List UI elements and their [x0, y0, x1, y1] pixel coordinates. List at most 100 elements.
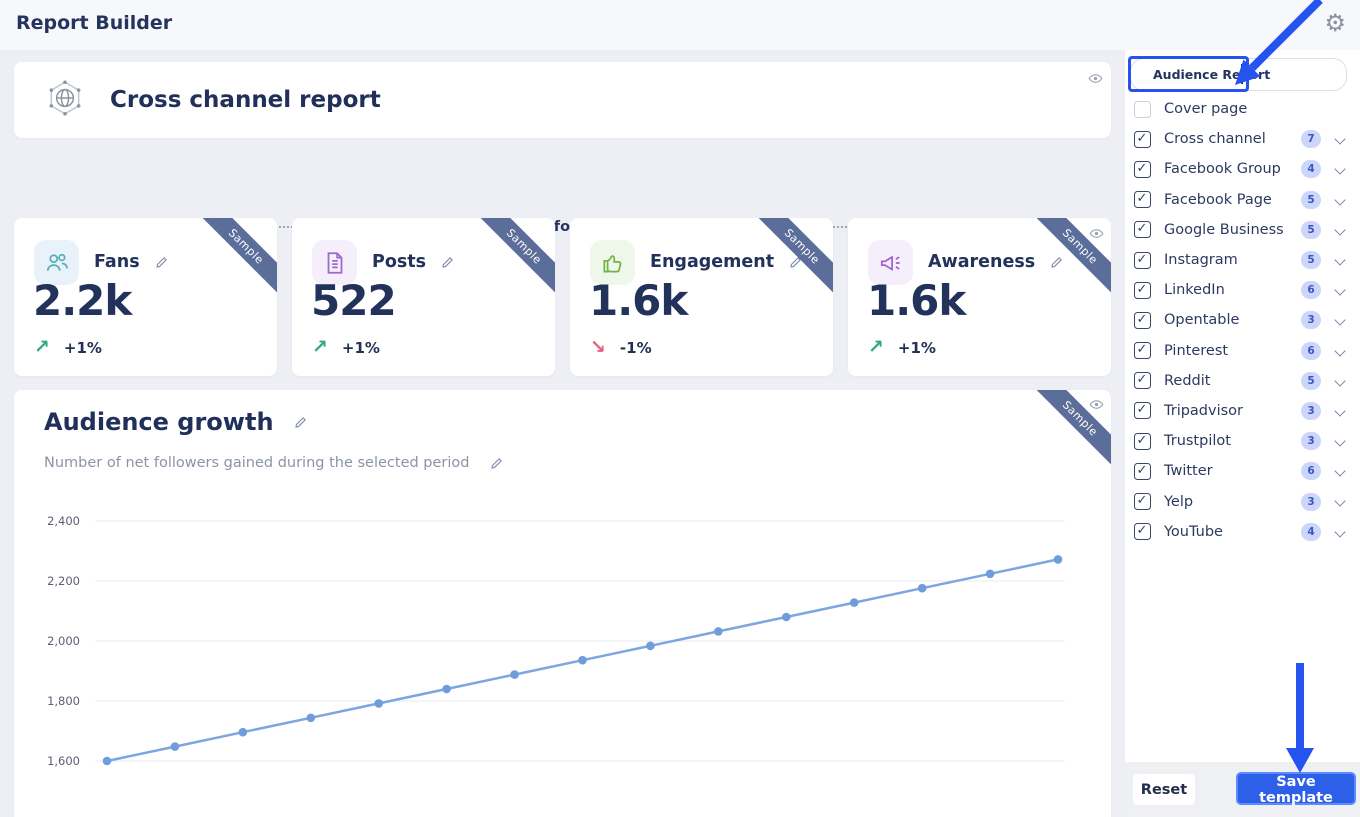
- checkbox-checked-icon[interactable]: [1134, 493, 1151, 511]
- edit-pencil-icon[interactable]: [490, 457, 503, 470]
- checkbox-checked-icon[interactable]: [1134, 402, 1151, 420]
- count-badge: 3: [1301, 401, 1321, 420]
- chart-title: Audience growth: [44, 408, 274, 436]
- svg-text:2,000: 2,000: [47, 634, 80, 648]
- chevron-down-icon[interactable]: [1334, 193, 1346, 206]
- channel-label: Pinterest: [1164, 342, 1229, 359]
- chevron-down-icon[interactable]: [1334, 525, 1346, 538]
- trend-value: -1%: [619, 338, 652, 357]
- count-badge: 6: [1301, 462, 1321, 481]
- reset-button[interactable]: Reset: [1133, 774, 1195, 805]
- channel-label: Twitter: [1164, 463, 1213, 480]
- count-badge: 4: [1301, 522, 1321, 541]
- chevron-down-icon[interactable]: [1334, 435, 1346, 447]
- chevron-down-icon[interactable]: [1334, 344, 1346, 357]
- report-settings-sidebar: Cover page Cross channel 7 Facebook Grou…: [1125, 50, 1360, 817]
- sidebar-item-cover-page[interactable]: Cover page: [1125, 94, 1360, 124]
- sidebar-item-google-business[interactable]: Google Business 5: [1125, 215, 1360, 245]
- count-badge: 5: [1301, 220, 1321, 239]
- svg-text:1,600: 1,600: [47, 754, 80, 768]
- stat-label: Posts: [372, 252, 427, 272]
- checkbox-checked-icon[interactable]: [1134, 191, 1151, 209]
- eye-icon[interactable]: [1086, 394, 1106, 414]
- channel-label: Instagram: [1164, 252, 1238, 269]
- sidebar-item-trustpilot[interactable]: Trustpilot 3: [1125, 426, 1360, 456]
- eye-icon[interactable]: [1085, 68, 1105, 88]
- count-badge: 5: [1301, 251, 1321, 270]
- chevron-down-icon[interactable]: [1334, 314, 1346, 326]
- sample-ribbon: Sample: [193, 218, 277, 302]
- svg-text:2,200: 2,200: [47, 574, 80, 588]
- count-badge: 4: [1301, 160, 1321, 179]
- sidebar-item-twitter[interactable]: Twitter 6: [1125, 456, 1360, 486]
- template-name-input[interactable]: [1130, 58, 1347, 91]
- sample-ribbon: Sample: [471, 218, 555, 302]
- sidebar-item-youtube[interactable]: YouTube 4: [1125, 517, 1360, 547]
- sidebar-item-facebook-group[interactable]: Facebook Group 4: [1125, 154, 1360, 184]
- gear-icon[interactable]: ⚙: [1324, 9, 1346, 37]
- checkbox-checked-icon[interactable]: [1134, 221, 1151, 239]
- edit-pencil-icon[interactable]: [441, 256, 454, 269]
- edit-pencil-icon[interactable]: [294, 416, 307, 429]
- trend-value: +1%: [897, 338, 936, 357]
- trend-up-icon: ↗: [34, 336, 50, 358]
- count-badge: 5: [1301, 371, 1321, 390]
- checkbox-checked-icon[interactable]: [1134, 372, 1151, 390]
- chevron-down-icon[interactable]: [1334, 284, 1346, 296]
- cross-channel-report-card: Cross channel report: [14, 62, 1111, 138]
- chevron-down-icon[interactable]: [1334, 375, 1346, 387]
- chevron-down-icon[interactable]: [1334, 465, 1346, 477]
- sidebar-item-opentable[interactable]: Opentable 3: [1125, 305, 1360, 335]
- channel-label: Facebook Group: [1164, 161, 1281, 178]
- channel-label: Facebook Page: [1164, 191, 1272, 208]
- sidebar-item-facebook-page[interactable]: Facebook Page 5: [1125, 185, 1360, 215]
- chart-subtitle: Number of net followers gained during th…: [44, 455, 470, 471]
- stat-card-awareness: Awareness 1.6k ↗ +1% Sample: [848, 218, 1111, 376]
- sidebar-item-pinterest[interactable]: Pinterest 6: [1125, 336, 1360, 366]
- checkbox-checked-icon[interactable]: [1134, 160, 1151, 178]
- checkbox-checked-icon[interactable]: [1134, 432, 1151, 450]
- app-header: Report Builder ⚙: [0, 0, 1360, 50]
- channel-label: Trustpilot: [1164, 433, 1231, 450]
- stat-value: 522: [311, 276, 397, 325]
- sidebar-footer: Reset Save template: [1125, 762, 1360, 817]
- svg-text:1,800: 1,800: [47, 694, 80, 708]
- count-badge: 6: [1301, 281, 1321, 300]
- count-badge: 3: [1301, 492, 1321, 511]
- checkbox-checked-icon[interactable]: [1134, 281, 1151, 299]
- chevron-down-icon[interactable]: [1334, 495, 1346, 508]
- trend-down-icon: ↘: [590, 336, 606, 358]
- sidebar-item-tripadvisor[interactable]: Tripadvisor 3: [1125, 396, 1360, 426]
- stat-label: Fans: [94, 252, 140, 272]
- chevron-down-icon[interactable]: [1334, 163, 1346, 176]
- trend-up-icon: ↗: [868, 336, 884, 358]
- sidebar-item-linkedin[interactable]: LinkedIn 6: [1125, 275, 1360, 305]
- chevron-down-icon[interactable]: [1334, 133, 1346, 145]
- stat-card-posts: Posts 522 ↗ +1% Sample: [292, 218, 555, 376]
- checkbox-checked-icon[interactable]: [1134, 462, 1151, 480]
- save-template-button[interactable]: Save template: [1236, 772, 1356, 806]
- checkbox-checked-icon[interactable]: [1134, 251, 1151, 269]
- eye-icon[interactable]: [1086, 223, 1106, 243]
- checkbox-checked-icon[interactable]: [1134, 130, 1151, 148]
- channel-label: YouTube: [1164, 523, 1223, 540]
- checkbox-unchecked-icon[interactable]: [1134, 100, 1151, 118]
- chevron-down-icon[interactable]: [1334, 224, 1346, 236]
- sidebar-item-instagram[interactable]: Instagram 5: [1125, 245, 1360, 275]
- channel-label: Yelp: [1164, 493, 1194, 510]
- stat-label: Awareness: [928, 252, 1036, 272]
- edit-pencil-icon[interactable]: [155, 256, 168, 269]
- channel-list: Cover page Cross channel 7 Facebook Grou…: [1125, 94, 1360, 547]
- sidebar-item-reddit[interactable]: Reddit 5: [1125, 366, 1360, 396]
- report-canvas: Cross channel report Add additional text…: [0, 50, 1125, 817]
- checkbox-checked-icon[interactable]: [1134, 342, 1151, 360]
- channel-label: Reddit: [1164, 372, 1211, 389]
- chevron-down-icon[interactable]: [1334, 405, 1346, 417]
- stat-value: 2.2k: [33, 276, 132, 325]
- chevron-down-icon[interactable]: [1334, 254, 1346, 266]
- checkbox-checked-icon[interactable]: [1134, 311, 1151, 329]
- sidebar-item-cross-channel[interactable]: Cross channel 7: [1125, 124, 1360, 154]
- sidebar-item-yelp[interactable]: Yelp 3: [1125, 486, 1360, 516]
- channel-label: Google Business: [1164, 221, 1284, 238]
- checkbox-checked-icon[interactable]: [1134, 523, 1151, 541]
